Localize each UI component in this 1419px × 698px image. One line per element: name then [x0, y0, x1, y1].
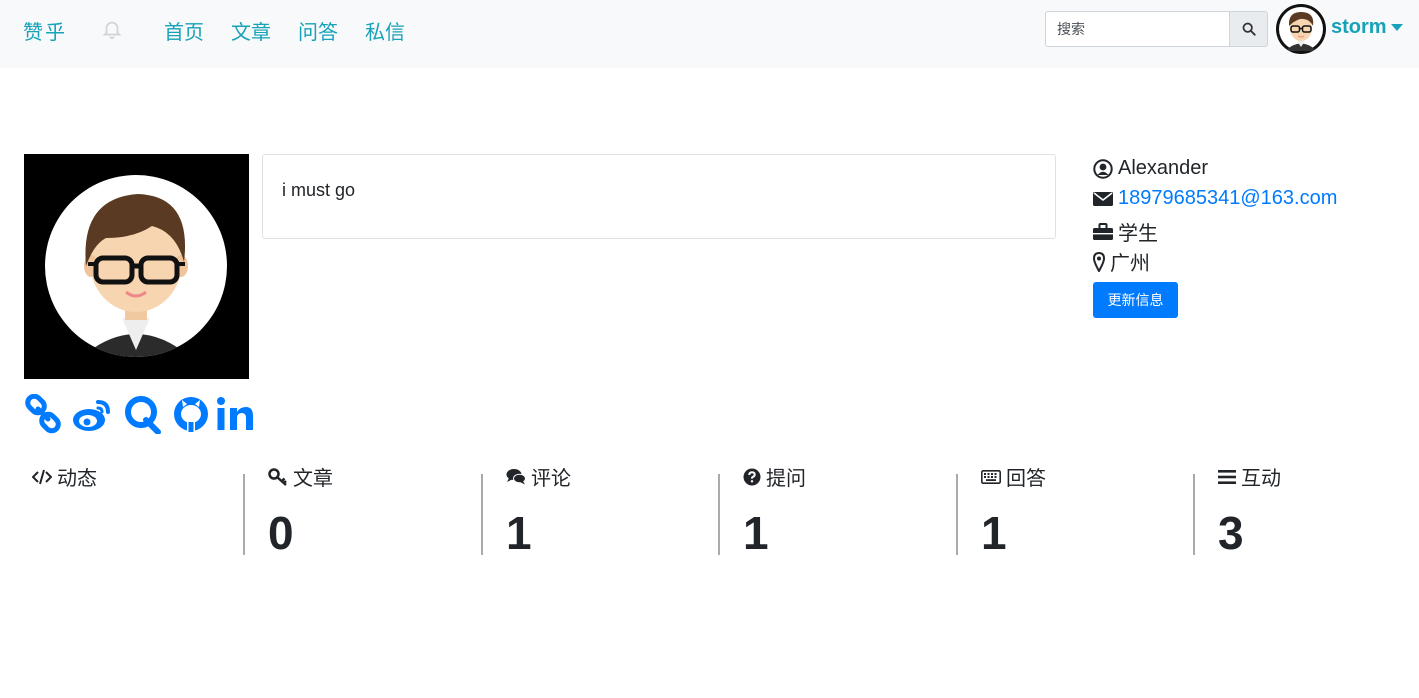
stat-label: 提问: [766, 468, 806, 490]
caret-down-icon[interactable]: [1391, 24, 1403, 31]
profile-avatar: [24, 154, 249, 379]
stat-divider: [1193, 474, 1195, 555]
stat-label-row: 动态: [32, 462, 97, 491]
user-menu-name[interactable]: storm: [1331, 16, 1387, 39]
nav-home[interactable]: 首页: [164, 16, 204, 45]
info-location-row: 广州: [1093, 247, 1150, 276]
search-icon: [1242, 22, 1256, 36]
stat-divider: [243, 474, 245, 555]
nav-qa[interactable]: 问答: [298, 16, 338, 45]
motto-text: i must go: [282, 180, 356, 200]
search-button[interactable]: [1229, 11, 1268, 47]
stat-label-row: 回答: [981, 462, 1046, 491]
qq-icon[interactable]: [122, 394, 162, 435]
search-input[interactable]: [1045, 11, 1230, 47]
search-form: [1045, 11, 1268, 47]
code-icon: [32, 469, 52, 484]
keyboard-icon: [981, 469, 1001, 484]
stat-divider: [718, 474, 720, 555]
stat-value: 1: [981, 507, 1007, 559]
update-info-button[interactable]: 更新信息: [1093, 282, 1178, 318]
comments-icon: [506, 469, 526, 485]
stat-label-row: 文章: [268, 462, 333, 491]
brand-logo[interactable]: 赞乎: [23, 16, 67, 45]
bars-icon: [1218, 469, 1236, 484]
info-job-row: 学生: [1093, 217, 1158, 246]
motto-card: i must go: [262, 154, 1056, 239]
stat-value: 1: [506, 507, 532, 559]
stat-divider: [481, 474, 483, 555]
briefcase-icon: [1093, 222, 1113, 240]
info-name-row: Alexander: [1093, 157, 1208, 180]
stat-value: 0: [268, 507, 294, 559]
stat-label: 评论: [531, 468, 571, 490]
stat-label: 回答: [1006, 468, 1046, 490]
stat-label-row: 评论: [506, 462, 571, 491]
map-marker-icon: [1093, 251, 1105, 272]
info-email-row: 18979685341@163.com: [1093, 187, 1337, 210]
user-circle-icon: [1093, 158, 1113, 179]
linkedin-icon[interactable]: [216, 394, 256, 434]
stat-label-row: 互动: [1218, 462, 1281, 491]
stat-label: 文章: [293, 468, 333, 490]
nav-messages[interactable]: 私信: [365, 16, 405, 45]
question-circle-icon: [743, 468, 761, 485]
stat-value: 1: [743, 507, 769, 559]
stat-label: 动态: [57, 468, 97, 490]
user-email-link[interactable]: 18979685341@163.com: [1118, 187, 1337, 210]
user-full-name: Alexander: [1118, 157, 1209, 179]
envelope-icon: [1093, 191, 1113, 206]
weibo-icon[interactable]: [71, 394, 113, 434]
stat-divider: [956, 474, 958, 555]
top-navbar: 赞乎 首页 文章 问答 私信 storm: [0, 0, 1419, 68]
user-location: 广州: [1110, 253, 1150, 275]
user-job: 学生: [1118, 223, 1158, 245]
bell-icon[interactable]: [101, 18, 123, 40]
link-icon[interactable]: [24, 393, 62, 434]
stat-label-row: 提问: [743, 462, 806, 491]
nav-articles[interactable]: 文章: [231, 16, 271, 45]
key-icon: [268, 467, 287, 486]
stat-label: 互动: [1241, 468, 1281, 490]
stat-value: 3: [1218, 507, 1244, 559]
user-avatar[interactable]: [1276, 4, 1326, 54]
github-icon[interactable]: [172, 394, 210, 434]
